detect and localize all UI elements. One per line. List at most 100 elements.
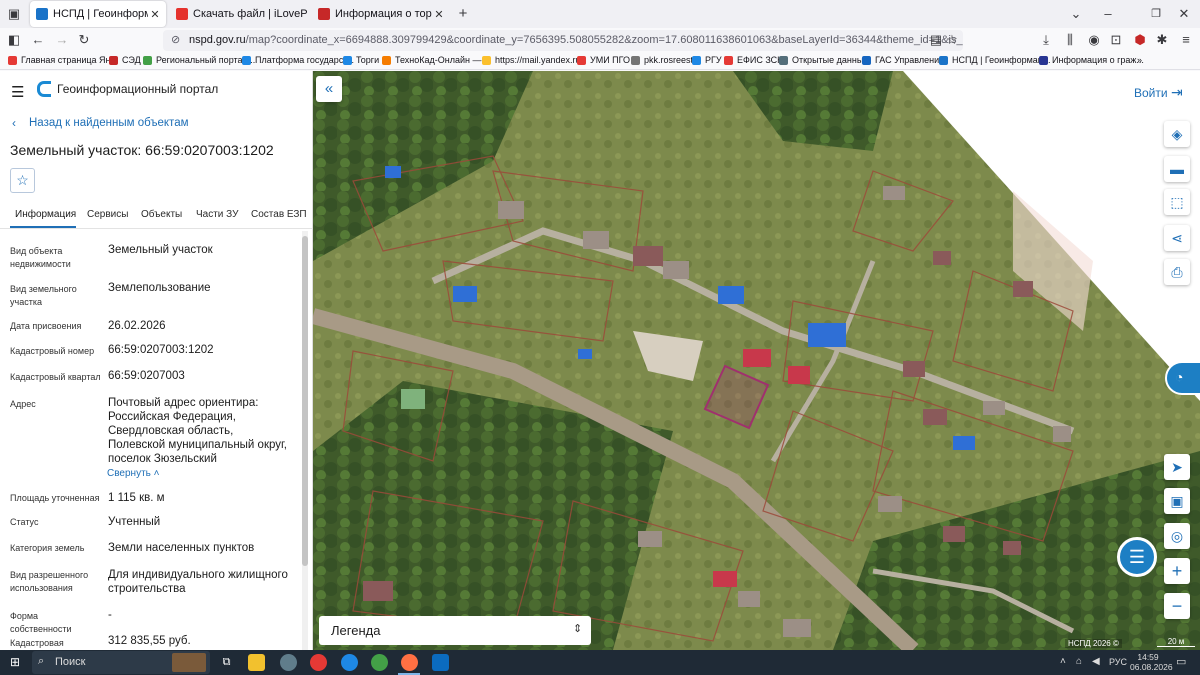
tab-ezp-composition[interactable]: Состав ЕЗП (251, 209, 307, 220)
tabs-divider (0, 228, 312, 229)
close-window-icon[interactable]: ✕ (1176, 6, 1192, 22)
search-highlight-image (172, 653, 206, 672)
selection-tool-icon[interactable]: ⬚ (1164, 189, 1190, 215)
nspd-favicon-icon (36, 8, 48, 20)
bookmark-item[interactable]: УМИ ПГО (577, 55, 630, 65)
bookmark-item[interactable]: РГУ (692, 55, 722, 65)
file-explorer-icon[interactable] (248, 654, 265, 671)
portal-title: Геоинформационный портал (57, 82, 219, 96)
map-view[interactable]: « Войти ⇥ ◈ ▬ ⬚ ⋖ ⎙ ◔ ➤ ▣ ◎ + − ☰ Легенд… (313, 71, 1200, 650)
network-icon[interactable]: ⌂ (1076, 656, 1082, 667)
collapse-link[interactable]: Свернуть ˄ (107, 468, 159, 479)
menu-icon[interactable]: ≡ (1178, 32, 1194, 48)
favorite-star-button[interactable]: ☆ (10, 168, 35, 193)
bookmarks-bar: Главная страница Ян... СЭД Региональный … (0, 52, 1200, 70)
browser-tab-nspd[interactable]: НСПД | Геоинформационный ✕ (30, 1, 166, 27)
zoom-out-button[interactable]: − (1164, 593, 1190, 619)
collapse-panel-button[interactable]: « (316, 76, 342, 102)
task-view-icon[interactable]: ⧉ (218, 654, 235, 671)
zoom-in-button[interactable]: + (1164, 558, 1190, 584)
tab-overview-icon[interactable]: ▣ (6, 6, 22, 22)
assistant-tab-button[interactable]: ◔ (1165, 361, 1200, 395)
restore-window-icon[interactable]: ❐ (1148, 6, 1164, 22)
ruler-icon[interactable]: ▬ (1164, 156, 1190, 182)
hamburger-menu-icon[interactable]: ☰ (11, 83, 24, 101)
bookmark-item[interactable]: СЭД (109, 55, 141, 65)
library-icon[interactable]: ⫼ (1062, 32, 1078, 48)
clock[interactable]: 14:59 06.08.2026 (1130, 652, 1173, 672)
browser-tab-torgi[interactable]: Информация о торгах — Гла ✕ (312, 1, 450, 27)
layers-icon[interactable]: ◈ (1164, 121, 1190, 147)
bookmark-item[interactable]: pkk.rosreestr (631, 55, 696, 65)
tab-objects[interactable]: Объекты (141, 209, 182, 220)
tab-title: Скачать файл | iLovePDF (193, 8, 308, 20)
remote-desktop-icon[interactable] (432, 654, 449, 671)
bookmark-item[interactable]: Открытые данные (779, 55, 868, 65)
basemap-switch-icon[interactable]: ▣ (1164, 488, 1190, 514)
bookmark-item[interactable]: https://mail.yandex.ru/ (482, 55, 583, 65)
firefox-icon[interactable] (401, 654, 418, 671)
start-windows-icon[interactable]: ⊞ (10, 655, 20, 669)
extension-shield-icon[interactable]: ⬢ (1132, 32, 1148, 48)
minimize-window-icon[interactable]: – (1100, 6, 1116, 22)
login-label: Войти (1134, 86, 1168, 100)
bookmark-item[interactable]: Платформа государст... (242, 55, 354, 65)
bookmark-item[interactable]: Информация о граж... (1039, 55, 1144, 65)
bookmark-item[interactable]: Главная страница Ян... (8, 55, 118, 65)
screenshot-icon[interactable]: ⊡ (1108, 32, 1124, 48)
input-language[interactable]: РУС (1109, 657, 1127, 667)
field-label: Категория земель (10, 543, 85, 553)
tab-services[interactable]: Сервисы (87, 209, 128, 220)
geolocate-icon[interactable]: ➤ (1164, 454, 1190, 480)
panel-scrollbar-thumb[interactable] (302, 236, 308, 566)
field-value: Земли населенных пунктов (108, 542, 255, 554)
app-icon[interactable] (280, 654, 297, 671)
tab-list-icon[interactable]: ⌄ (1068, 6, 1084, 22)
tab-information[interactable]: Информация (15, 209, 76, 220)
reload-icon[interactable]: ↻ (76, 32, 92, 48)
forward-icon[interactable]: → (54, 32, 70, 48)
reader-view-icon[interactable]: ▤ (928, 32, 944, 48)
bookmark-item[interactable]: НСПД | Геоинформац... (939, 55, 1050, 65)
tab-land-parts[interactable]: Части ЗУ (196, 209, 238, 220)
close-tab-icon[interactable]: ✕ (432, 8, 446, 21)
legend-button[interactable]: Легенда ⇕ (319, 616, 591, 645)
edge-icon[interactable] (341, 654, 358, 671)
extensions-icon[interactable]: ✱ (1154, 32, 1170, 48)
print-icon[interactable]: ⎙ (1164, 259, 1190, 285)
new-tab-button[interactable]: + (455, 6, 471, 22)
taskbar-search-box[interactable]: ⌕ Поиск (32, 651, 210, 674)
bookmark-item[interactable]: ТехноКад-Онлайн — ... (382, 55, 492, 65)
field-label: Адрес (10, 399, 36, 409)
bookmark-item[interactable]: ГАС Управление (862, 55, 944, 65)
bookmark-item[interactable]: ЕФИС ЗСН (724, 55, 784, 65)
bookmarks-more-icon[interactable]: » (1137, 55, 1142, 65)
bookmark-star-icon[interactable]: ☆ (944, 32, 960, 48)
back-icon[interactable]: ← (30, 32, 46, 48)
chrome-icon[interactable] (371, 654, 388, 671)
tray-chevron-icon[interactable]: ˄ (1060, 656, 1066, 667)
back-to-results-link[interactable]: Назад к найденным объектам (29, 117, 189, 129)
back-chevron-icon[interactable]: ‹ (12, 116, 16, 130)
browser-tab-ilovepdf[interactable]: Скачать файл | iLovePDF (170, 1, 308, 27)
site-info-icon[interactable]: ⊘ (171, 30, 180, 51)
volume-icon[interactable]: ◀ (1092, 656, 1100, 667)
field-value: Землепользование (108, 282, 211, 294)
url-bar[interactable]: ⊘ nspd.gov.ru/map?coordinate_x=6694888.3… (163, 30, 963, 51)
map-attribution: НСПД 2026 © (1065, 639, 1122, 648)
bookmark-item[interactable]: Региональный портал... (143, 55, 255, 65)
downloads-icon[interactable]: ⤓ (1038, 32, 1054, 48)
close-tab-icon[interactable]: ✕ (148, 8, 162, 21)
yandex-browser-icon[interactable] (310, 654, 327, 671)
share-icon[interactable]: ⋖ (1164, 225, 1190, 251)
notifications-icon[interactable]: ▭ (1176, 655, 1186, 668)
account-icon[interactable]: ◉ (1086, 32, 1102, 48)
chat-support-button[interactable]: ☰ (1117, 537, 1157, 577)
browser-tab-bar: ▣ НСПД | Геоинформационный ✕ Скачать фай… (0, 0, 1200, 28)
sidebar-toggle-icon[interactable]: ◧ (6, 32, 22, 48)
search-location-icon[interactable]: ◎ (1164, 523, 1190, 549)
browser-nav-bar: ◧ ← → ↻ ⊘ nspd.gov.ru/map?coordinate_x=6… (0, 28, 1200, 52)
bookmark-item[interactable]: Торги (343, 55, 379, 65)
login-button[interactable]: Войти ⇥ (1011, 80, 1191, 107)
field-value: Учтенный (108, 516, 161, 528)
